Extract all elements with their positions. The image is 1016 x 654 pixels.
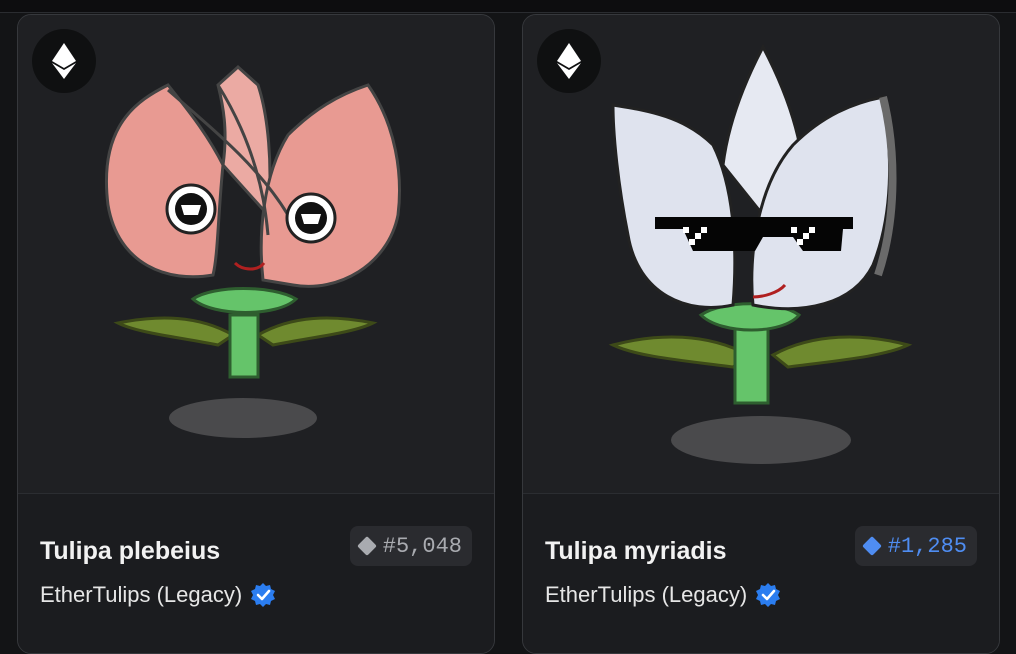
nft-artwork-image[interactable] — [523, 15, 999, 493]
ethereum-icon — [52, 43, 76, 79]
verified-badge-icon — [251, 583, 276, 607]
rank-diamond-icon — [861, 536, 882, 556]
verified-badge-icon — [756, 583, 781, 607]
nft-card[interactable]: Tulipa plebeius #5,048 EtherTulips (Lega… — [17, 14, 495, 654]
rarity-rank-badge[interactable]: #5,048 — [349, 526, 472, 566]
ethereum-icon — [557, 43, 581, 79]
collection-link[interactable]: EtherTulips (Legacy) — [545, 582, 781, 608]
rank-value: #5,048 — [382, 533, 462, 559]
nft-card[interactable]: Tulipa myriadis #1,285 EtherTulips (Lega… — [522, 14, 1000, 654]
top-bar — [0, 0, 1016, 13]
nft-artwork-image[interactable] — [18, 15, 494, 493]
rank-diamond-icon — [356, 536, 377, 556]
ethereum-chain-badge — [537, 29, 601, 93]
collection-link[interactable]: EtherTulips (Legacy) — [40, 582, 276, 608]
nft-title[interactable]: Tulipa myriadis — [545, 537, 727, 566]
rarity-rank-badge[interactable]: #1,285 — [854, 526, 977, 566]
rank-value: #1,285 — [887, 533, 967, 559]
nft-title[interactable]: Tulipa plebeius — [40, 537, 220, 566]
ethereum-chain-badge — [32, 29, 96, 93]
collection-name: EtherTulips (Legacy) — [40, 582, 243, 607]
collection-name: EtherTulips (Legacy) — [545, 582, 748, 607]
